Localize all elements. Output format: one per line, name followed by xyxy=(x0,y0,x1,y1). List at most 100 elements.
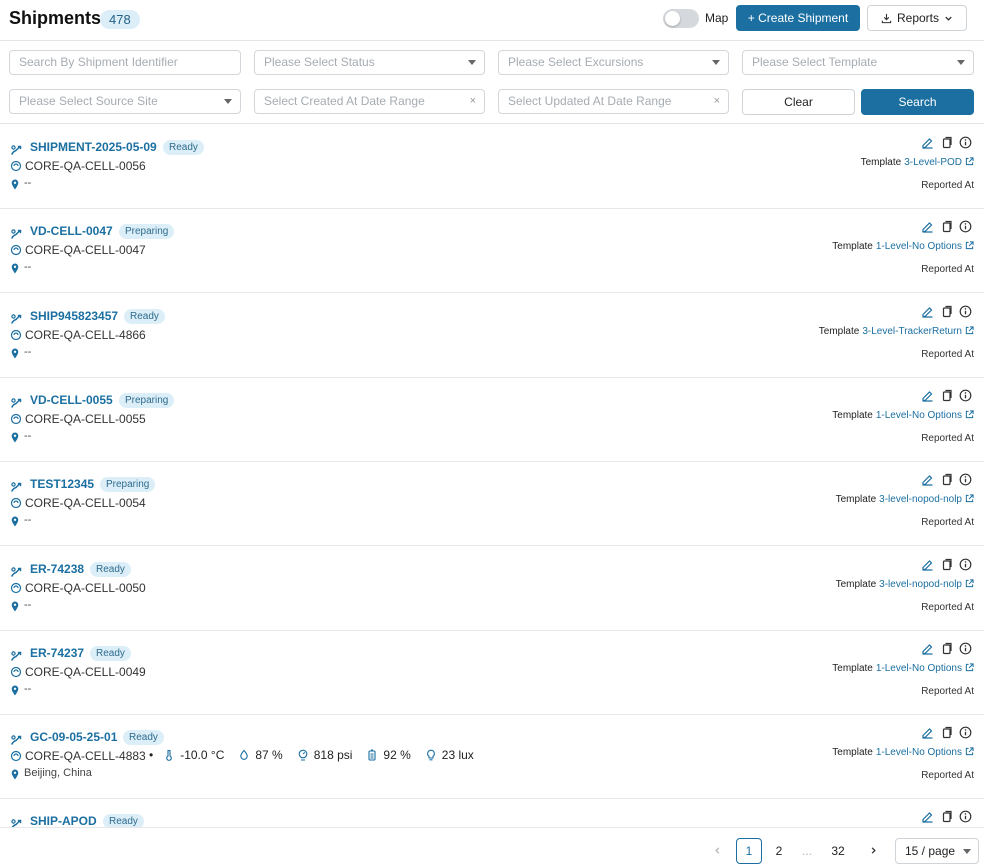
edit-icon[interactable] xyxy=(921,642,934,655)
page-32-button[interactable]: 32 xyxy=(825,838,851,864)
status-select[interactable]: Please Select Status xyxy=(254,50,485,75)
info-icon[interactable] xyxy=(959,810,972,823)
device-icon xyxy=(10,244,22,256)
updated-date-range-placeholder: Select Updated At Date Range xyxy=(508,94,672,108)
template-link[interactable]: 3-level-nopod-nolp xyxy=(879,494,962,505)
shipment-id-link[interactable]: SHIP945823457 xyxy=(30,309,118,323)
excursions-select-placeholder: Please Select Excursions xyxy=(508,55,644,69)
prev-page-button[interactable] xyxy=(704,838,730,864)
template-label: Template xyxy=(832,410,873,421)
shipment-icon xyxy=(10,311,24,325)
shipment-id-link[interactable]: VD-CELL-0047 xyxy=(30,224,113,238)
edit-icon[interactable] xyxy=(921,305,934,318)
external-link-icon[interactable] xyxy=(965,157,974,166)
edit-icon[interactable] xyxy=(921,558,934,571)
reports-dropdown-button[interactable]: Reports xyxy=(867,5,967,31)
location-pin-icon xyxy=(11,515,19,527)
template-link[interactable]: 3-level-nopod-nolp xyxy=(879,579,962,590)
template-label: Template xyxy=(860,157,902,168)
shipment-row: TEST12345 Preparing CORE-QA-CELL-0054 -- Tem… xyxy=(0,461,984,546)
shipment-id-link[interactable]: SHIP-APOD xyxy=(30,814,97,827)
external-link-icon[interactable] xyxy=(965,410,974,419)
copy-icon[interactable] xyxy=(940,473,953,486)
shipment-id-link[interactable]: VD-CELL-0055 xyxy=(30,393,113,407)
copy-icon[interactable] xyxy=(940,220,953,233)
shipment-id-link[interactable]: GC-09-05-25-01 xyxy=(30,730,117,744)
shipment-id-link[interactable]: SHIPMENT-2025-05-09 xyxy=(30,140,157,154)
template-link[interactable]: 1-Level-No Options xyxy=(876,663,962,674)
updated-date-range-input[interactable]: Select Updated At Date Range × xyxy=(498,89,729,114)
template-link[interactable]: 3-Level-TrackerReturn xyxy=(862,326,962,337)
create-shipment-button[interactable]: + Create Shipment xyxy=(736,5,860,31)
copy-icon[interactable] xyxy=(940,810,953,823)
next-page-button[interactable] xyxy=(860,838,886,864)
info-icon[interactable] xyxy=(959,726,972,739)
copy-icon[interactable] xyxy=(940,726,953,739)
created-date-range-input[interactable]: Select Created At Date Range × xyxy=(254,89,485,114)
shipment-row: SHIP-APOD Ready xyxy=(0,798,984,827)
info-icon[interactable] xyxy=(959,473,972,486)
external-link-icon[interactable] xyxy=(965,747,974,756)
page-size-select[interactable]: 15 / page xyxy=(895,838,979,864)
info-icon[interactable] xyxy=(959,642,972,655)
shipment-row: VD-CELL-0055 Preparing CORE-QA-CELL-0055 --… xyxy=(0,377,984,462)
info-icon[interactable] xyxy=(959,305,972,318)
template-select[interactable]: Please Select Template xyxy=(742,50,974,75)
shipment-identifier-search-input[interactable]: Search By Shipment Identifier xyxy=(9,50,241,75)
info-icon[interactable] xyxy=(959,389,972,402)
external-link-icon[interactable] xyxy=(965,494,974,503)
temperature-icon xyxy=(166,749,173,761)
edit-icon[interactable] xyxy=(921,220,934,233)
edit-icon[interactable] xyxy=(921,726,934,739)
page-ellipsis[interactable]: ... xyxy=(794,838,820,864)
shipment-icon xyxy=(10,732,24,746)
shipment-id-link[interactable]: TEST12345 xyxy=(30,477,94,491)
clear-filters-button[interactable]: Clear xyxy=(742,89,855,115)
shipment-count-badge: 478 xyxy=(100,10,140,29)
battery-value: 92 % xyxy=(383,748,411,762)
template-link[interactable]: 1-Level-No Options xyxy=(876,410,962,421)
external-link-icon[interactable] xyxy=(965,663,974,672)
external-link-icon[interactable] xyxy=(965,326,974,335)
device-id: CORE-QA-CELL-4866 xyxy=(25,328,146,342)
template-link[interactable]: 3-Level-POD xyxy=(904,157,962,168)
template-info: Template 1-Level-No Options xyxy=(832,410,974,421)
template-link[interactable]: 1-Level-No Options xyxy=(876,747,962,758)
reported-at-label: Reported At xyxy=(921,433,974,444)
copy-icon[interactable] xyxy=(940,389,953,402)
status-badge: Preparing xyxy=(119,224,175,239)
template-info: Template 3-Level-POD xyxy=(861,157,974,168)
info-icon[interactable] xyxy=(959,220,972,233)
source-site-select[interactable]: Please Select Source Site xyxy=(9,89,241,114)
edit-icon[interactable] xyxy=(921,389,934,402)
template-link[interactable]: 1-Level-No Options xyxy=(876,241,962,252)
map-toggle[interactable] xyxy=(663,9,699,28)
page-2-button[interactable]: 2 xyxy=(766,838,792,864)
clear-icon[interactable]: × xyxy=(470,90,476,113)
clear-icon[interactable]: × xyxy=(714,90,720,113)
edit-icon[interactable] xyxy=(921,473,934,486)
sensor-readings: • -10.0 °C 87 % 818 psi 92 % 23 lux xyxy=(149,748,488,762)
info-icon[interactable] xyxy=(959,558,972,571)
copy-icon[interactable] xyxy=(940,558,953,571)
copy-icon[interactable] xyxy=(940,136,953,149)
shipment-row: VD-CELL-0047 Preparing CORE-QA-CELL-0047 --… xyxy=(0,208,984,293)
external-link-icon[interactable] xyxy=(965,579,974,588)
reported-at-label: Reported At xyxy=(921,180,974,191)
page-1-button[interactable]: 1 xyxy=(736,838,762,864)
edit-icon[interactable] xyxy=(921,810,934,823)
excursions-select[interactable]: Please Select Excursions xyxy=(498,50,729,75)
edit-icon[interactable] xyxy=(921,136,934,149)
page-header: Shipments 478 Map + Create Shipment Repo… xyxy=(0,0,984,41)
info-icon[interactable] xyxy=(959,136,972,149)
shipment-row: ER-74237 Ready CORE-QA-CELL-0049 -- Template… xyxy=(0,630,984,715)
row-actions xyxy=(921,136,972,149)
template-label: Template xyxy=(832,663,873,674)
shipment-id-link[interactable]: ER-74237 xyxy=(30,646,84,660)
copy-icon[interactable] xyxy=(940,305,953,318)
pressure-icon xyxy=(298,749,308,761)
copy-icon[interactable] xyxy=(940,642,953,655)
search-button[interactable]: Search xyxy=(861,89,974,115)
external-link-icon[interactable] xyxy=(965,241,974,250)
shipment-id-link[interactable]: ER-74238 xyxy=(30,562,84,576)
